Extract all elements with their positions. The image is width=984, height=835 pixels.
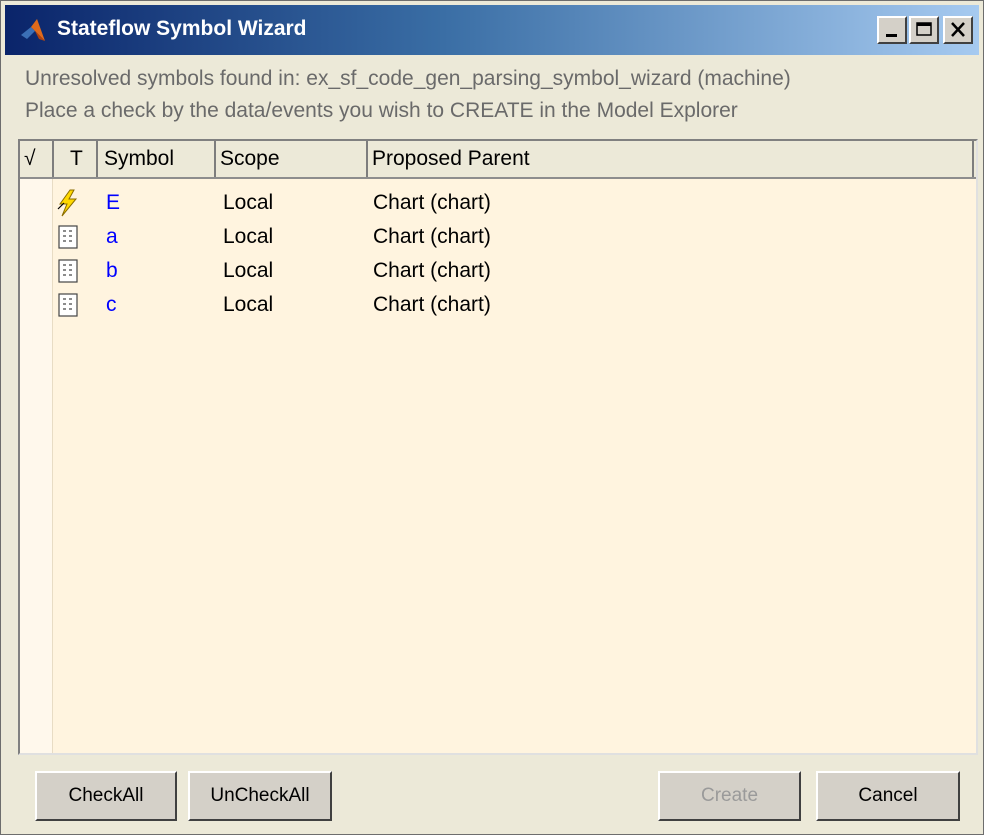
symbol-name: E — [106, 191, 121, 214]
symbol-parent: Chart (chart) — [373, 259, 491, 282]
table-row[interactable]: E Local Chart (chart) — [20, 187, 976, 221]
cancel-button[interactable]: Cancel — [816, 771, 960, 821]
uncheck-all-button[interactable]: UnCheckAll — [188, 771, 332, 821]
table-row[interactable]: c Local Chart (chart) — [20, 289, 976, 323]
header-symbol[interactable]: Symbol — [98, 141, 216, 177]
symbol-scope: Local — [223, 191, 274, 214]
close-icon — [951, 22, 965, 37]
header-proposed-parent[interactable]: Proposed Parent — [368, 141, 974, 177]
data-icon — [58, 225, 78, 249]
symbol-parent: Chart (chart) — [373, 191, 491, 214]
header-scope[interactable]: Scope — [216, 141, 368, 177]
symbol-name: a — [106, 225, 118, 248]
table-row[interactable]: b Local Chart (chart) — [20, 255, 976, 289]
data-icon — [58, 259, 78, 283]
close-button[interactable] — [943, 16, 973, 44]
minimize-icon — [886, 34, 897, 37]
minimize-button[interactable] — [877, 16, 907, 44]
unresolved-symbols-info: Unresolved symbols found in: ex_sf_code_… — [25, 67, 791, 90]
create-button[interactable]: Create — [658, 771, 801, 821]
event-lightning-icon — [57, 189, 78, 217]
symbol-scope: Local — [223, 225, 274, 248]
symbol-parent: Chart (chart) — [373, 293, 491, 316]
header-check[interactable]: √ — [20, 141, 54, 177]
maximize-button[interactable] — [909, 16, 939, 44]
symbol-parent: Chart (chart) — [373, 225, 491, 248]
instructions-text: Place a check by the data/events you wis… — [25, 99, 738, 122]
maximize-icon — [916, 22, 932, 36]
symbol-name: c — [106, 293, 117, 316]
table-row[interactable]: a Local Chart (chart) — [20, 221, 976, 255]
symbol-wizard-window: Stateflow Symbol Wizard Unresolved symbo… — [0, 0, 984, 835]
title-bar[interactable]: Stateflow Symbol Wizard — [5, 5, 979, 55]
symbol-scope: Local — [223, 293, 274, 316]
symbol-name: b — [106, 259, 118, 282]
window-title: Stateflow Symbol Wizard — [57, 17, 307, 40]
symbols-table[interactable]: √ T Symbol Scope Proposed Parent E Local… — [18, 139, 978, 755]
table-header: √ T Symbol Scope Proposed Parent — [20, 141, 976, 179]
matlab-logo-icon — [21, 19, 45, 41]
header-type[interactable]: T — [54, 141, 98, 177]
symbol-scope: Local — [223, 259, 274, 282]
check-all-button[interactable]: CheckAll — [35, 771, 177, 821]
data-icon — [58, 293, 78, 317]
